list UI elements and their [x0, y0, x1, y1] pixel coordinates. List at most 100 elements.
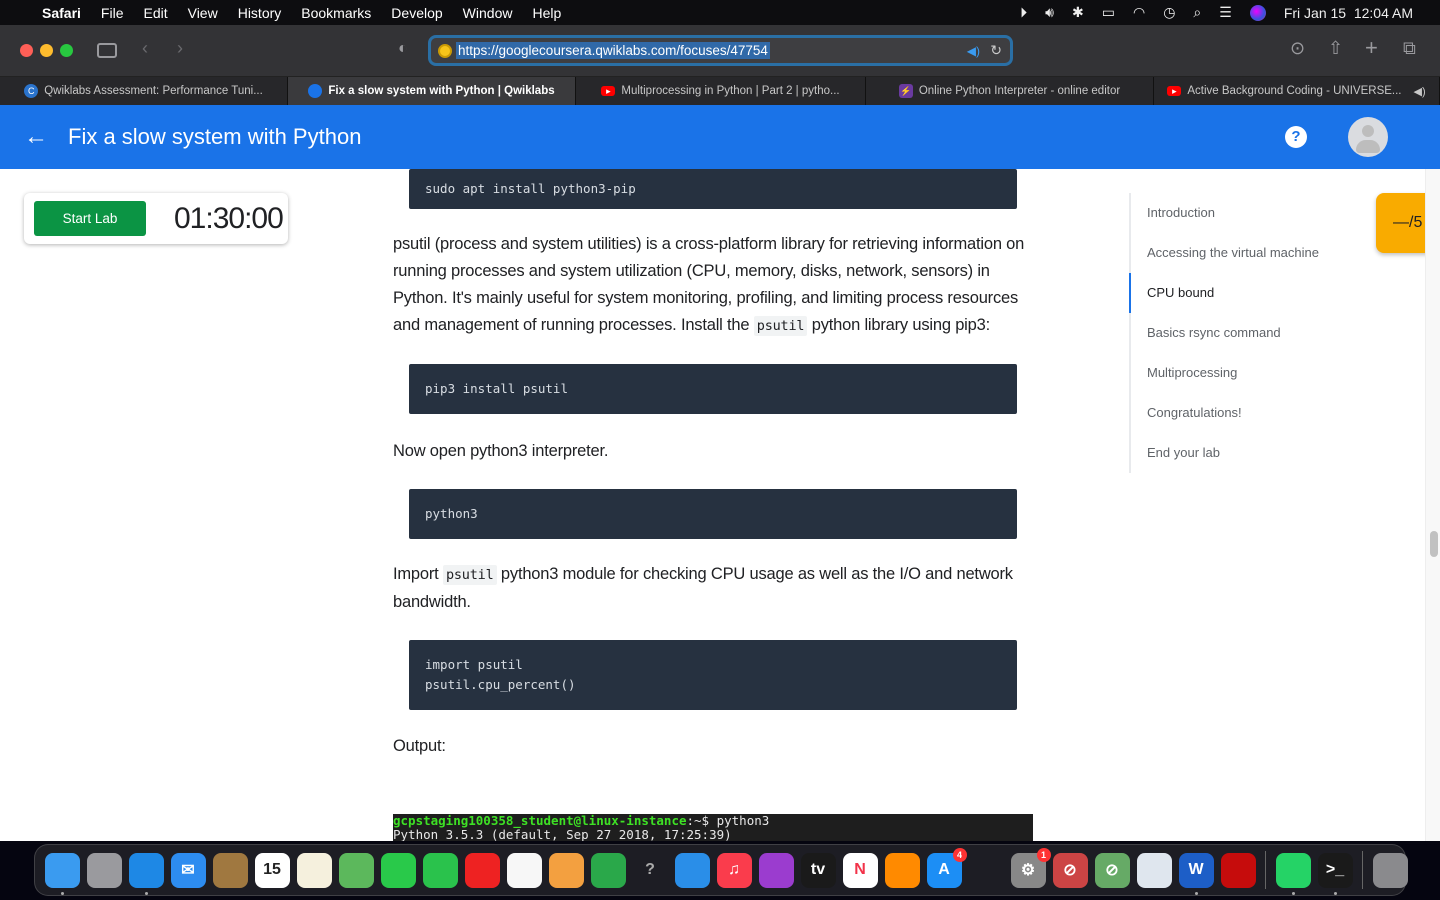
toc-item[interactable]: Introduction	[1131, 193, 1329, 233]
battery-charging-icon[interactable]: ▭	[1093, 4, 1124, 21]
dock-photo-booth-icon[interactable]	[464, 852, 500, 888]
dock-python-launcher-icon[interactable]	[969, 853, 1004, 888]
scrollbar-thumb[interactable]	[1430, 531, 1438, 557]
terminal-output-image: gcpstaging100358_student@linux-instance:…	[393, 814, 1033, 841]
forward-nav-icon[interactable]: ›	[177, 38, 183, 59]
menu-view[interactable]: View	[178, 5, 228, 21]
menu-edit[interactable]: Edit	[133, 5, 177, 21]
inline-code: psutil	[753, 316, 808, 336]
dock-unknown-app-icon[interactable]: ?	[633, 853, 668, 888]
dock-blocked-app-2-icon[interactable]: ⊘	[1094, 852, 1130, 888]
toc-item[interactable]: Basics rsync command	[1131, 313, 1329, 353]
audio-playing-icon[interactable]: ◀)	[967, 44, 980, 58]
toc-item[interactable]: Multiprocessing	[1131, 353, 1329, 393]
dock-separator	[1362, 851, 1363, 889]
minimize-window-button[interactable]	[40, 44, 53, 57]
toc-item[interactable]: Accessing the virtual machine	[1131, 233, 1329, 273]
dock-books-icon[interactable]	[884, 852, 920, 888]
scrollbar[interactable]	[1425, 169, 1440, 841]
tab-active-background-coding[interactable]: ▸ Active Background Coding - UNIVERSE...…	[1154, 77, 1440, 105]
dock-messages-icon[interactable]	[380, 852, 416, 888]
coursera-icon: C	[24, 84, 39, 98]
back-nav-icon[interactable]: ‹	[142, 38, 148, 59]
dock-music-icon[interactable]: ♫	[716, 852, 752, 888]
url-text[interactable]: https://googlecoursera.qwiklabs.com/focu…	[456, 42, 770, 59]
close-window-button[interactable]	[20, 44, 33, 57]
dock-word-icon[interactable]: W	[1178, 852, 1214, 895]
code-block[interactable]: import psutil psutil.cpu_percent()	[409, 640, 1017, 710]
bluetooth-icon[interactable]: ✱	[1063, 4, 1093, 21]
volume-icon[interactable]: 🔊︎	[1036, 4, 1063, 21]
help-icon[interactable]: ?	[1285, 126, 1307, 148]
dock-pages-icon[interactable]	[548, 852, 584, 888]
new-tab-icon[interactable]: +	[1365, 35, 1378, 61]
tab-audio-icon[interactable]: ◀)	[1414, 85, 1426, 98]
page-title: Fix a slow system with Python	[68, 124, 362, 149]
dock-keynote-icon[interactable]	[674, 852, 710, 888]
siri-icon[interactable]	[1249, 4, 1266, 21]
terminal-line: Python 3.5.3 (default, Sep 27 2018, 17:2…	[393, 827, 732, 842]
dock-preview-icon[interactable]	[1136, 852, 1172, 888]
wifi-icon[interactable]: ◠	[1124, 4, 1154, 21]
sidebar-toggle-icon[interactable]	[97, 43, 117, 58]
dock-launchpad-icon[interactable]	[86, 852, 122, 888]
search-icon[interactable]: ⌕	[1184, 4, 1210, 21]
dock-photos-icon[interactable]	[506, 852, 542, 888]
dock-trash-icon[interactable]	[1372, 852, 1408, 888]
dock-acrobat-icon[interactable]	[1220, 852, 1256, 888]
avatar[interactable]	[1348, 117, 1388, 157]
control-center-icon[interactable]: ☰	[1210, 4, 1241, 21]
share-icon[interactable]: ⇧	[1328, 38, 1343, 59]
play-circle-icon[interactable]: ⏵	[1011, 4, 1036, 21]
menu-bookmarks[interactable]: Bookmarks	[291, 5, 381, 21]
dock-app-store-icon[interactable]: A4	[926, 847, 967, 888]
tab-fix-slow-system[interactable]: Fix a slow system with Python | Qwiklabs	[288, 77, 576, 105]
dock-numbers-icon[interactable]	[590, 852, 626, 888]
zoom-window-button[interactable]	[60, 44, 73, 57]
terminal-prompt-user: gcpstaging100358_student@linux-instance	[393, 814, 687, 828]
dock-safari-icon[interactable]	[128, 852, 164, 895]
dock-notes-icon[interactable]	[296, 852, 332, 888]
toc-item[interactable]: Congratulations!	[1131, 393, 1329, 433]
menu-window[interactable]: Window	[453, 5, 523, 21]
dock-terminal-icon[interactable]: >_	[1317, 852, 1353, 895]
dock-separator	[1265, 851, 1266, 889]
dock-podcasts-icon[interactable]	[758, 852, 794, 888]
dock-system-preferences-icon[interactable]: ⚙ 1	[1010, 847, 1051, 888]
menu-develop[interactable]: Develop	[381, 5, 452, 21]
reload-icon[interactable]: ↻	[990, 42, 1002, 59]
code-block[interactable]: python3	[409, 489, 1017, 539]
menu-file[interactable]: File	[91, 5, 134, 21]
dock-mail-icon[interactable]: ✉	[170, 852, 206, 888]
toc-item[interactable]: End your lab	[1131, 433, 1329, 473]
dock-news-icon[interactable]: N	[842, 852, 878, 888]
notification-badge: 4	[952, 847, 967, 862]
time-machine-icon[interactable]: ◷	[1154, 4, 1184, 21]
tab-overview-icon[interactable]: ⧉	[1403, 38, 1416, 59]
downloads-icon[interactable]: ⊙	[1290, 38, 1305, 59]
menu-history[interactable]: History	[228, 5, 292, 21]
dock-whatsapp-icon[interactable]	[1275, 852, 1311, 895]
dock-apple-tv-icon[interactable]: tv	[800, 852, 836, 888]
dock-calendar-icon[interactable]: 15	[254, 852, 290, 888]
toc-item[interactable]: CPU bound	[1129, 273, 1329, 313]
code-block[interactable]: sudo apt install python3-pip	[409, 169, 1017, 209]
tab-online-python-interpreter[interactable]: ⚡ Online Python Interpreter - online edi…	[866, 77, 1154, 105]
code-block[interactable]: pip3 install psutil	[409, 364, 1017, 414]
dock-contacts-icon[interactable]	[212, 852, 248, 888]
paragraph: Now open python3 interpreter.	[393, 442, 609, 460]
dock-blocked-app-1-icon[interactable]: ⊘	[1052, 852, 1088, 888]
tab-qwiklabs-assessment[interactable]: C Qwiklabs Assessment: Performance Tuni.…	[0, 77, 288, 105]
start-lab-button[interactable]: Start Lab	[34, 201, 146, 236]
menu-clock[interactable]: Fri Jan 15 12:04 AM	[1275, 5, 1422, 21]
dock-maps-icon[interactable]	[338, 852, 374, 888]
back-arrow-icon[interactable]: ←	[24, 123, 48, 151]
menu-app-name[interactable]: Safari	[32, 5, 91, 21]
tab-multiprocessing-video[interactable]: ▸ Multiprocessing in Python | Part 2 | p…	[576, 77, 866, 105]
dock-facetime-icon[interactable]	[422, 852, 458, 888]
address-bar[interactable]: https://googlecoursera.qwiklabs.com/focu…	[428, 35, 1013, 66]
menu-help[interactable]: Help	[522, 5, 571, 21]
browser-toolbar: ‹ › ◐ https://googlecoursera.qwiklabs.co…	[0, 25, 1440, 77]
dock-finder-icon[interactable]	[44, 852, 80, 895]
privacy-shield-icon[interactable]: ◐	[398, 40, 408, 58]
